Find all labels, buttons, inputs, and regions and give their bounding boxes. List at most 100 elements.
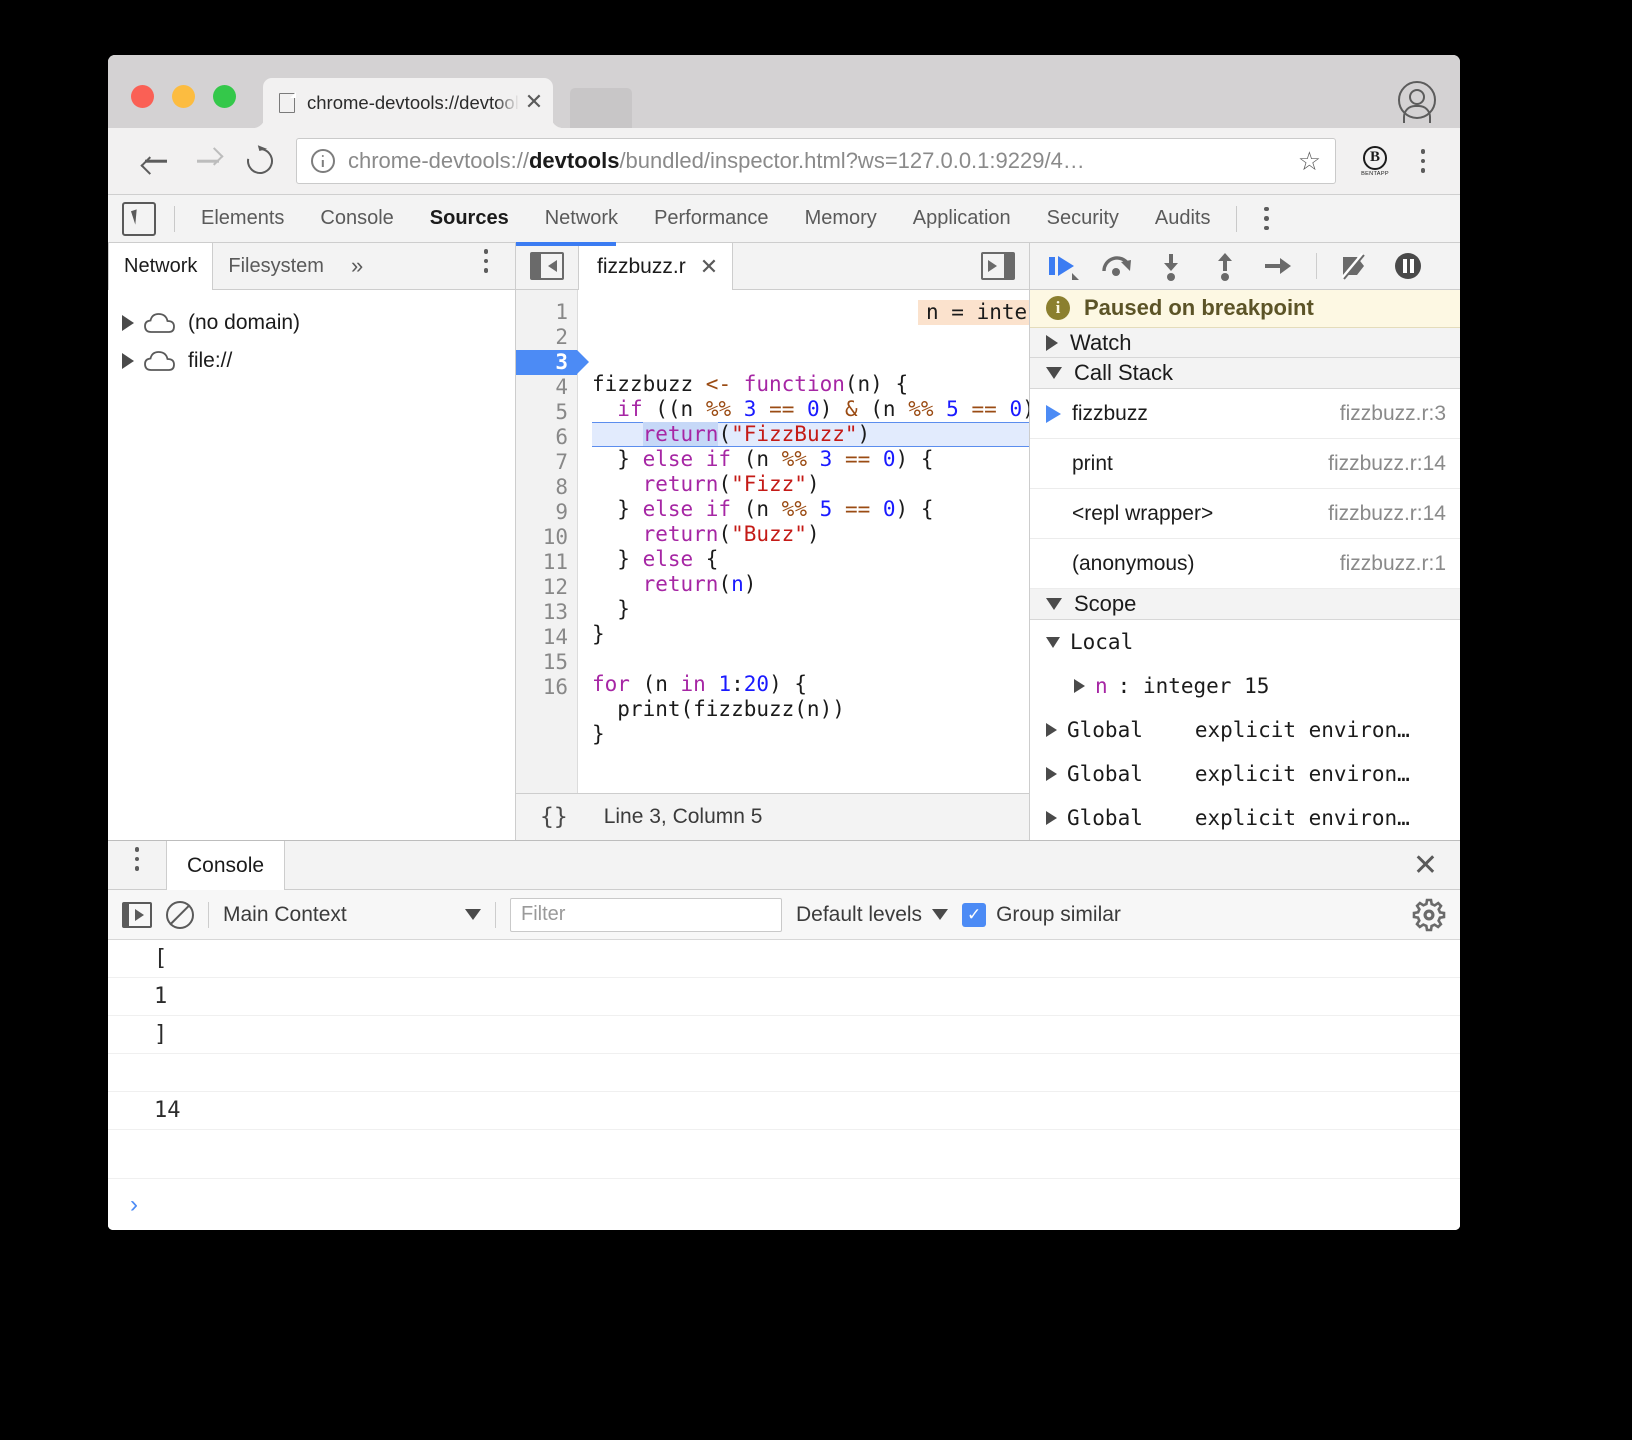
pretty-print-icon[interactable]: {} [540,804,568,830]
watch-section-header[interactable]: Watch [1030,328,1460,359]
line-number[interactable]: 15 [516,650,577,675]
navigator-tab-filesystem[interactable]: Filesystem [213,243,339,289]
profile-avatar-icon[interactable] [1398,81,1436,119]
tab-audits[interactable]: Audits [1137,195,1229,242]
new-tab-button[interactable] [570,88,632,128]
code-line[interactable]: if ((n %% 3 == 0) & (n %% 5 == 0) [592,397,1029,422]
code-content[interactable]: n = inte fizzbuzz <- function(n) { if ((… [578,290,1029,793]
tab-network[interactable]: Network [527,195,636,242]
code-line[interactable] [592,747,1029,772]
line-number[interactable]: 8 [516,475,577,500]
tab-sources[interactable]: Sources [412,195,527,242]
step-into-icon[interactable] [1154,251,1188,281]
pause-on-exceptions-icon[interactable] [1391,251,1425,281]
log-levels-select[interactable]: Default levels [796,903,948,927]
tree-item-no-domain[interactable]: (no domain) [108,304,515,342]
close-window-button[interactable] [131,85,154,108]
toggle-debugger-icon[interactable] [981,252,1015,280]
chevron-right-icon[interactable] [1046,767,1057,781]
forward-button[interactable] [182,135,234,187]
code-line[interactable]: } [592,597,1029,622]
line-number[interactable]: 4 [516,375,577,400]
drawer-menu-button[interactable] [122,841,152,877]
chevron-right-icon[interactable] [122,315,134,331]
tree-item-file[interactable]: file:// [108,342,515,380]
line-number[interactable]: 2 [516,325,577,350]
extension-icon[interactable]: B BENTAPP [1358,143,1392,179]
line-number[interactable]: 6 [516,425,577,450]
line-number[interactable]: 1 [516,300,577,325]
step-out-icon[interactable] [1208,251,1242,281]
call-stack-frame[interactable]: <repl wrapper>fizzbuzz.r:14 [1030,489,1460,539]
devtools-menu-button[interactable] [1251,201,1281,237]
line-number[interactable]: 5 [516,400,577,425]
address-bar[interactable]: chrome-devtools://devtools/bundled/inspe… [296,138,1336,184]
line-number[interactable]: 3 [516,350,577,375]
call-stack-section-header[interactable]: Call Stack [1030,358,1460,389]
minimize-window-button[interactable] [172,85,195,108]
code-viewer[interactable]: 12345678910111213141516 n = inte fizzbuz… [516,290,1029,793]
line-number[interactable]: 7 [516,450,577,475]
code-line[interactable]: return("Buzz") [592,522,1029,547]
line-number[interactable]: 14 [516,625,577,650]
call-stack-frame[interactable]: printfizzbuzz.r:14 [1030,439,1460,489]
call-stack-frame[interactable]: (anonymous)fizzbuzz.r:1 [1030,539,1460,589]
maximize-window-button[interactable] [213,85,236,108]
group-similar-toggle[interactable]: ✓ Group similar [962,903,1121,927]
clear-console-icon[interactable] [166,901,194,929]
bookmark-star-icon[interactable]: ☆ [1298,148,1321,174]
navigator-more-tabs-icon[interactable]: » [339,243,375,289]
resume-icon[interactable] [1046,251,1080,281]
chevron-down-icon[interactable] [1046,367,1062,379]
editor-tab-fizzbuzz[interactable]: fizzbuzz.r ✕ [578,243,733,290]
scope-section-header[interactable]: Scope [1030,589,1460,620]
tab-application[interactable]: Application [895,195,1029,242]
line-number[interactable]: 16 [516,675,577,700]
code-line[interactable]: } else if (n %% 3 == 0) { [592,447,1029,472]
execution-context-select[interactable]: Main Context [223,903,481,927]
line-number[interactable]: 10 [516,525,577,550]
chevron-right-icon[interactable] [1074,679,1085,693]
tab-security[interactable]: Security [1029,195,1137,242]
step-icon[interactable] [1262,251,1296,281]
scope-row[interactable]: n: integer 15 [1030,664,1460,708]
back-button[interactable] [130,135,182,187]
chevron-right-icon[interactable] [1046,335,1058,351]
chevron-right-icon[interactable] [122,353,134,369]
tab-performance[interactable]: Performance [636,195,787,242]
scope-row[interactable]: Globalexplicit environ… [1030,752,1460,796]
chevron-right-icon[interactable] [1046,811,1057,825]
reload-button[interactable] [234,135,286,187]
console-settings-gear-icon[interactable] [1412,898,1446,932]
code-line[interactable]: for (n in 1:20) { [592,672,1029,697]
step-over-icon[interactable] [1100,251,1134,281]
chevron-down-icon[interactable] [1046,637,1060,648]
group-similar-checkbox[interactable]: ✓ [962,903,986,927]
close-drawer-icon[interactable]: ✕ [1391,841,1460,889]
tab-console[interactable]: Console [302,195,411,242]
scope-row[interactable]: Local [1030,620,1460,664]
chevron-right-icon[interactable] [1046,723,1057,737]
line-number[interactable]: 13 [516,600,577,625]
code-line[interactable]: } else if (n %% 5 == 0) { [592,497,1029,522]
line-number[interactable]: 12 [516,575,577,600]
code-line[interactable]: } [592,722,1029,747]
browser-menu-button[interactable] [1408,143,1438,179]
code-line[interactable]: return("Fizz") [592,472,1029,497]
tab-elements[interactable]: Elements [183,195,302,242]
navigator-menu-button[interactable] [471,243,501,279]
line-number[interactable]: 9 [516,500,577,525]
code-line[interactable]: } else { [592,547,1029,572]
code-line[interactable]: return("FizzBuzz") [592,422,1029,447]
line-number[interactable]: 11 [516,550,577,575]
code-line[interactable]: print(fizzbuzz(n)) [592,697,1029,722]
console-prompt[interactable]: › [108,1178,1460,1230]
info-icon[interactable] [311,149,335,173]
chevron-down-icon[interactable] [1046,598,1062,610]
code-line[interactable] [592,647,1029,672]
scope-row[interactable]: Globalexplicit environ… [1030,796,1460,840]
console-sidebar-icon[interactable] [122,902,152,928]
drawer-tab-console[interactable]: Console [166,841,285,890]
tab-memory[interactable]: Memory [787,195,895,242]
inspect-element-icon[interactable] [122,202,156,236]
